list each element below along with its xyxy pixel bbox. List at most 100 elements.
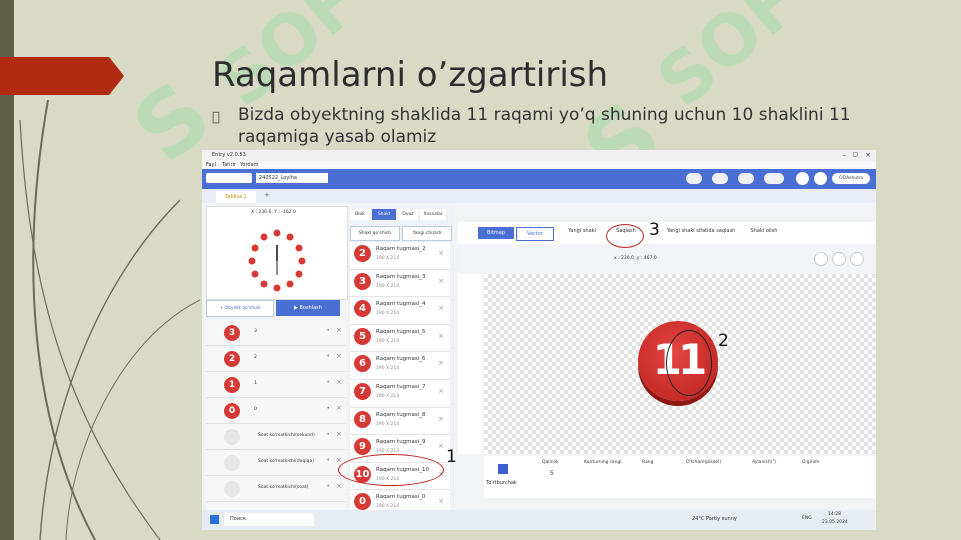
redo-icon[interactable] xyxy=(814,172,827,185)
object-list-item[interactable]: 0 0 • × xyxy=(206,398,346,424)
zoom-out-icon[interactable] xyxy=(814,252,828,266)
user-menu[interactable]: ODAshuha xyxy=(832,173,870,184)
shape-list-item[interactable]: 5 Raqam tugmasi_5 190 X 214 × xyxy=(350,324,450,353)
object-list-item[interactable]: 1 1 • × xyxy=(206,372,346,398)
add-tab-icon[interactable]: + xyxy=(264,191,270,199)
object-menu-icon[interactable]: • xyxy=(326,353,330,360)
shape-list-item[interactable]: 3 Raqam tugmasi_3 190 X 214 × xyxy=(350,269,450,298)
toolbar-menu-button[interactable] xyxy=(712,173,728,184)
bullet-marker:  xyxy=(212,110,220,125)
shape-list-item[interactable]: 2 Raqam tugmasi_2 190 X 214 × xyxy=(350,242,450,270)
object-list-item[interactable]: 3 3 • × xyxy=(206,320,346,346)
tab-blocks[interactable]: Blok xyxy=(350,209,370,220)
shape-type-label: To'rtburchak xyxy=(486,480,517,486)
delete-object-icon[interactable]: × xyxy=(336,456,342,464)
close-icon[interactable]: × xyxy=(865,151,871,159)
object-list-item[interactable]: Soat ko'rsatkichi(soat) • × xyxy=(206,476,346,502)
taskbar-search[interactable]: Поиск xyxy=(224,513,314,526)
vector-mode-button[interactable]: Vector xyxy=(516,227,554,241)
add-shape-button[interactable]: Shakl qo'shish xyxy=(350,226,400,241)
object-menu-icon[interactable]: • xyxy=(326,431,330,438)
object-menu-icon[interactable]: • xyxy=(326,483,330,490)
zoom-in-icon[interactable] xyxy=(850,252,864,266)
taskbar-date[interactable]: 23.05.2024 xyxy=(822,520,848,525)
stage-coordinates: X : 236.6, Y : -162.0 xyxy=(251,210,296,215)
delete-object-icon[interactable]: × xyxy=(336,352,342,360)
object-menu-icon[interactable]: • xyxy=(326,405,330,412)
slide-title: Raqamlarni o’zgartirish xyxy=(212,55,609,95)
delete-shape-icon[interactable]: × xyxy=(438,332,444,340)
get-shape-button[interactable]: Shakl olish xyxy=(744,228,784,234)
delete-shape-icon[interactable]: × xyxy=(438,304,444,312)
object-menu-icon[interactable]: • xyxy=(326,457,330,464)
bitmap-mode-button[interactable]: Bitmap xyxy=(478,227,514,239)
delete-shape-icon[interactable]: × xyxy=(438,249,444,257)
shape-name: Raqam tugmasi_4 xyxy=(376,301,426,308)
zoom-reset-icon[interactable] xyxy=(832,252,846,266)
menu-edit[interactable]: Tahrir xyxy=(222,162,236,168)
delete-shape-icon[interactable]: × xyxy=(438,359,444,367)
delete-shape-icon[interactable]: × xyxy=(438,387,444,395)
object-name: 1 xyxy=(254,381,257,386)
object-menu-icon[interactable]: • xyxy=(326,327,330,334)
tab-shapes[interactable]: Shakl xyxy=(372,209,396,220)
thickness-input[interactable]: 5 xyxy=(550,470,554,477)
delete-shape-icon[interactable]: × xyxy=(438,415,444,423)
shape-list-item[interactable]: 6 Raqam tugmasi_6 190 X 214 × xyxy=(350,352,450,380)
object-thumbnail xyxy=(224,429,240,445)
delete-object-icon[interactable]: × xyxy=(336,482,342,490)
stage-area[interactable]: X : 236.6, Y : -162.0 xyxy=(206,206,348,300)
shape-name: Raqam tugmasi_3 xyxy=(376,273,426,280)
toolbar-menu-button[interactable] xyxy=(738,173,754,184)
shape-size: 190 X 214 xyxy=(376,421,400,427)
rectangle-icon xyxy=(498,464,508,474)
delete-object-icon[interactable]: × xyxy=(336,378,342,386)
annotation-label-2: 2 xyxy=(718,331,729,351)
help-button[interactable] xyxy=(764,173,784,184)
object-list-item[interactable]: Soat ko'rsatkichi(daqiqa) • × xyxy=(206,450,346,476)
tab-sounds[interactable]: Ovoz xyxy=(398,209,418,220)
new-drawing-button[interactable]: Yangi chizish xyxy=(402,226,452,241)
project-name-input[interactable]: 240522_Loyiha xyxy=(256,173,328,183)
menu-help[interactable]: Yordam xyxy=(240,162,259,168)
minimize-icon[interactable]: – xyxy=(843,151,847,159)
undo-icon[interactable] xyxy=(796,172,809,185)
shape-list-item[interactable]: 7 Raqam tugmasi_7 190 X 214 × xyxy=(350,379,450,408)
object-thumbnail: 1 xyxy=(224,377,240,393)
fill-color-label: Rang xyxy=(642,460,654,465)
weather-widget[interactable]: 24°C Partly sunny xyxy=(692,516,737,522)
toolbar-menu-button[interactable] xyxy=(686,173,702,184)
delete-shape-icon[interactable]: × xyxy=(438,497,444,505)
annotation-circle-2 xyxy=(666,330,712,396)
delete-object-icon[interactable]: × xyxy=(336,430,342,438)
object-name: 3 xyxy=(254,329,257,334)
delete-object-icon[interactable]: × xyxy=(336,404,342,412)
shape-list-item[interactable]: 4 Raqam tugmasi_4 190 X 214 × xyxy=(350,297,450,325)
logo-badge xyxy=(206,173,252,183)
taskbar-time[interactable]: 14:28 xyxy=(828,512,841,517)
delete-shape-icon[interactable]: × xyxy=(438,442,444,450)
tab-scene-1[interactable]: Tablisa 1 xyxy=(216,191,256,203)
app-screenshot: Entry v2.0.53 – ▢ × Fayl Tahrir Yordam 2… xyxy=(202,150,876,530)
number-thumbnail: 3 xyxy=(354,272,371,290)
shape-name: Raqam tugmasi_5 xyxy=(376,328,426,335)
object-list-item[interactable]: 2 2 • × xyxy=(206,346,346,372)
shape-list-item[interactable]: 8 Raqam tugmasi_8 190 X 214 × xyxy=(350,407,450,436)
delete-shape-icon[interactable]: × xyxy=(438,277,444,285)
flip-label: O'girish xyxy=(802,460,820,465)
object-menu-icon[interactable]: • xyxy=(326,379,330,386)
windows-start-icon[interactable] xyxy=(210,515,219,524)
maximize-icon[interactable]: ▢ xyxy=(852,151,858,158)
shape-name: Raqam tugmasi_2 xyxy=(376,246,426,252)
add-object-button[interactable]: + Obyekt qo'shish xyxy=(206,300,274,317)
object-list-item[interactable]: Soat ko'rsatkichi(sekund) • × xyxy=(206,424,346,450)
editor-coordinates: x : 230.0, y : 467.0 xyxy=(614,256,657,261)
save-as-new-shape-button[interactable]: Yangi shakl sifatida saqlash xyxy=(654,228,748,234)
run-button[interactable]: ▶ Boshlash xyxy=(276,300,340,316)
language-indicator[interactable]: ENG xyxy=(802,516,812,521)
menu-file[interactable]: Fayl xyxy=(206,162,216,168)
new-shape-button[interactable]: Yangi shakl xyxy=(562,228,602,234)
number-thumbnail: 9 xyxy=(354,438,371,456)
delete-object-icon[interactable]: × xyxy=(336,326,342,334)
tab-properties[interactable]: Xossalar xyxy=(420,209,446,220)
